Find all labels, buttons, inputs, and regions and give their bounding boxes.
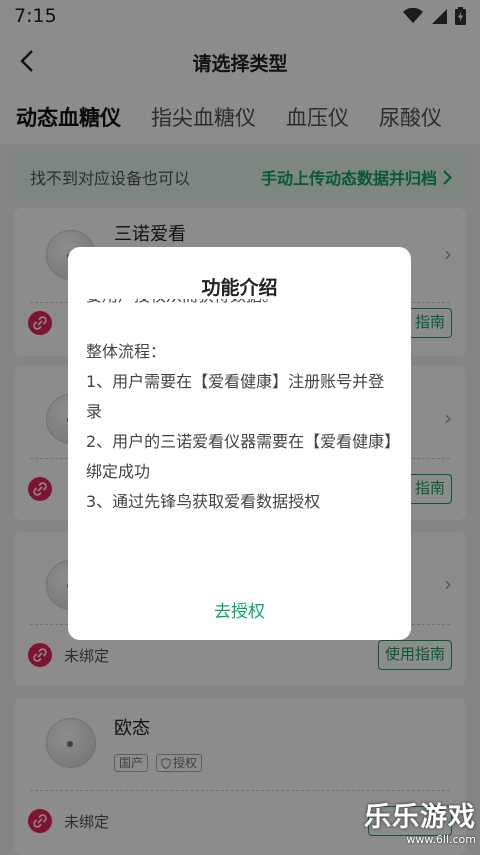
feature-intro-dialog: 功能介绍 要用户授权从而获得数据。 整体流程： 1、用户需要在【爱看健康】注册账… bbox=[68, 247, 411, 640]
dialog-clipped-text: 要用户授权从而获得数据。 bbox=[86, 299, 395, 311]
dialog-step: 1、用户需要在【爱看健康】注册账号并登录 bbox=[86, 372, 385, 421]
watermark-text: 乐乐游戏 bbox=[364, 802, 476, 833]
watermark-url: www.6ll.com bbox=[406, 833, 476, 846]
dialog-step: 3、通过先锋鸟获取爱看数据授权 bbox=[86, 492, 321, 511]
dialog-step: 2、用户的三诺爱看仪器需要在【爱看健康】绑定成功 bbox=[86, 432, 393, 481]
dialog-body[interactable]: 要用户授权从而获得数据。 整体流程： 1、用户需要在【爱看健康】注册账号并登录 … bbox=[86, 299, 395, 529]
watermark-logo: 乐乐游戏 www.6ll.com bbox=[364, 803, 476, 851]
dialog-title: 功能介绍 bbox=[201, 277, 278, 299]
dialog-section-title: 整体流程： bbox=[86, 342, 167, 361]
authorize-button[interactable]: 去授权 bbox=[68, 597, 411, 622]
